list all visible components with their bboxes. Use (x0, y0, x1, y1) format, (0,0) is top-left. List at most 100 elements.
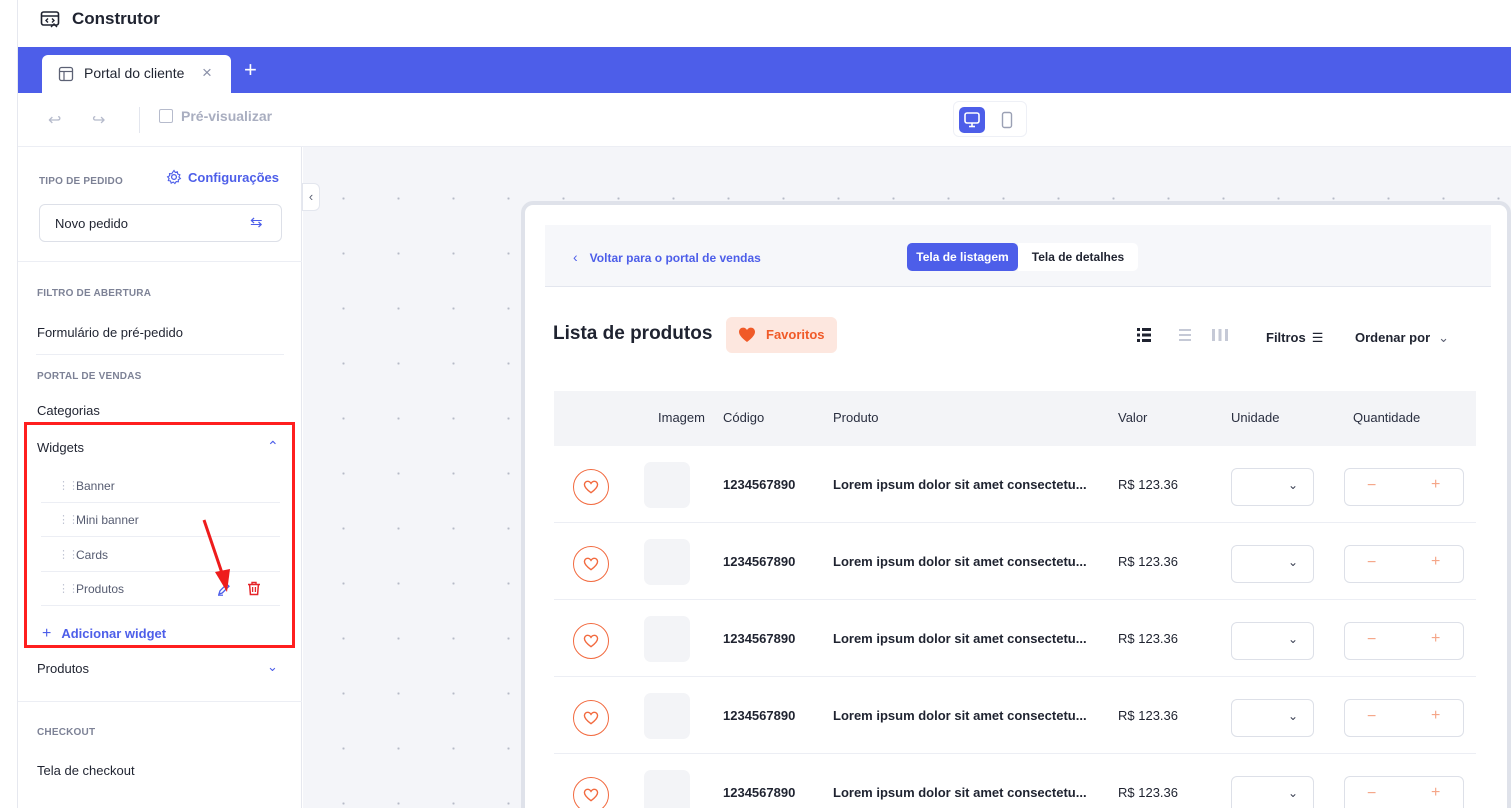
add-widget-button[interactable]: + Adicionar widget (42, 625, 166, 643)
unit-select[interactable]: ⌄ (1231, 545, 1314, 583)
divider (36, 354, 284, 355)
product-name: Lorem ipsum dolor sit amet consectetu... (833, 554, 1087, 569)
settings-link[interactable]: Configurações (166, 169, 279, 185)
list-view-icon[interactable] (1137, 327, 1151, 343)
plus-icon[interactable]: + (1431, 553, 1440, 571)
sidebar-item-produtos[interactable]: Produtos (37, 661, 89, 676)
redo-icon[interactable]: ↪ (92, 110, 105, 130)
quantity-stepper[interactable]: − + (1344, 699, 1464, 737)
monitor-icon (964, 112, 980, 128)
compact-list-icon[interactable] (1179, 327, 1191, 343)
table-row: 1234567890 Lorem ipsum dolor sit amet co… (554, 600, 1476, 677)
minus-icon[interactable]: − (1367, 477, 1376, 495)
sales-portal-label: PORTAL DE VENDAS (37, 371, 142, 382)
chevron-down-icon: ⌄ (1288, 632, 1299, 646)
product-name: Lorem ipsum dolor sit amet consectetu... (833, 477, 1087, 492)
preview-label: Pré-visualizar (181, 108, 273, 124)
plus-icon[interactable]: + (1431, 476, 1440, 494)
column-header-image: Imagem (658, 410, 705, 425)
preview-button[interactable]: Pré-visualizar (159, 108, 272, 130)
add-widget-label: Adicionar widget (61, 626, 167, 641)
toolbar-divider (139, 107, 140, 133)
drag-handle-icon[interactable]: ⋮⋮ (58, 548, 79, 561)
quantity-stepper[interactable]: − + (1344, 776, 1464, 808)
order-type-label: TIPO DE PEDIDO (39, 176, 123, 187)
favorite-toggle[interactable] (573, 469, 609, 505)
sidebar: TIPO DE PEDIDO Configurações Novo pedido… (18, 147, 302, 808)
close-icon[interactable]: × (202, 63, 212, 83)
favorite-toggle[interactable] (573, 777, 609, 808)
widget-label: Cards (76, 548, 109, 562)
sidebar-item-pre-order-form[interactable]: Formulário de pré-pedido (37, 325, 183, 340)
left-edge-strip (0, 0, 18, 808)
chevron-down-icon[interactable]: ⌄ (267, 659, 278, 675)
favorite-toggle[interactable] (573, 623, 609, 659)
sidebar-item-widgets[interactable]: Widgets (37, 440, 84, 455)
minus-icon[interactable]: − (1367, 708, 1376, 726)
plus-icon[interactable]: + (1431, 707, 1440, 725)
add-tab-button[interactable]: + (244, 57, 257, 83)
annotation-arrow (202, 519, 230, 592)
favorite-toggle[interactable] (573, 700, 609, 736)
product-code: 1234567890 (723, 631, 796, 646)
toolbar: ↩ ↪ Pré-visualizar (18, 93, 1511, 147)
favorite-toggle[interactable] (573, 546, 609, 582)
plus-icon[interactable]: + (1431, 784, 1440, 802)
external-link-icon (159, 109, 173, 123)
widget-item-cards[interactable]: ⋮⋮ Cards (41, 538, 280, 572)
quantity-stepper[interactable]: − + (1344, 622, 1464, 660)
tab-listing-screen[interactable]: Tela de listagem (907, 243, 1018, 271)
tab-details-screen[interactable]: Tela de detalhes (1018, 243, 1138, 271)
tab-portal-do-cliente[interactable]: Portal do cliente × (42, 55, 231, 93)
sort-button[interactable]: Ordenar por ⌄ (1355, 330, 1449, 346)
sidebar-item-categories[interactable]: Categorias (37, 403, 100, 418)
sidebar-item-checkout[interactable]: Tela de checkout (37, 763, 135, 778)
minus-icon[interactable]: − (1367, 785, 1376, 803)
unit-select[interactable]: ⌄ (1231, 776, 1314, 808)
order-type-select[interactable]: Novo pedido ⇆ (39, 204, 282, 242)
filters-button[interactable]: Filtros ☰ (1266, 330, 1323, 346)
unit-select[interactable]: ⌄ (1231, 699, 1314, 737)
drag-handle-icon[interactable]: ⋮⋮ (58, 479, 79, 492)
product-name: Lorem ipsum dolor sit amet consectetu... (833, 785, 1087, 800)
tab-bar: Portal do cliente × + (18, 47, 1511, 93)
minus-icon[interactable]: − (1367, 631, 1376, 649)
unit-select[interactable]: ⌄ (1231, 622, 1314, 660)
unit-select[interactable]: ⌄ (1231, 468, 1314, 506)
product-code: 1234567890 (723, 785, 796, 800)
widget-item-mini-banner[interactable]: ⋮⋮ Mini banner (41, 503, 280, 537)
product-value: R$ 123.36 (1118, 554, 1178, 569)
product-code: 1234567890 (723, 708, 796, 723)
drag-handle-icon[interactable]: ⋮⋮ (58, 513, 79, 526)
widget-item-banner[interactable]: ⋮⋮ Banner (41, 469, 280, 503)
app-title: Construtor (72, 9, 160, 28)
layout-icon (58, 66, 74, 82)
mobile-view-button[interactable] (994, 107, 1020, 133)
checkout-label: CHECKOUT (37, 727, 96, 738)
chevron-up-icon[interactable]: ⌃ (267, 438, 279, 455)
heart-outline-icon (583, 480, 599, 494)
desktop-view-button[interactable] (959, 107, 985, 133)
grid-view-icon[interactable] (1211, 327, 1229, 343)
swap-icon: ⇆ (250, 214, 263, 231)
undo-icon[interactable]: ↩ (48, 110, 61, 130)
product-value: R$ 123.36 (1118, 631, 1178, 646)
product-image-placeholder (644, 462, 690, 508)
product-name: Lorem ipsum dolor sit amet consectetu... (833, 708, 1087, 723)
chevron-down-icon: ⌄ (1288, 709, 1299, 723)
plus-icon[interactable]: + (1431, 630, 1440, 648)
minus-icon[interactable]: − (1367, 554, 1376, 572)
collapse-sidebar-button[interactable]: ‹ (302, 183, 320, 211)
quantity-stepper[interactable]: − + (1344, 468, 1464, 506)
opening-filter-label: FILTRO DE ABERTURA (37, 288, 152, 299)
widget-item-produtos[interactable]: ⋮⋮ Produtos (41, 572, 280, 606)
quantity-stepper[interactable]: − + (1344, 545, 1464, 583)
drag-handle-icon[interactable]: ⋮⋮ (58, 582, 79, 595)
chevron-down-icon: ⌄ (1288, 555, 1299, 569)
tab-label: Portal do cliente (84, 65, 185, 81)
column-header-value: Valor (1118, 410, 1148, 425)
trash-icon[interactable] (247, 581, 261, 596)
filters-label: Filtros (1266, 330, 1306, 345)
back-link[interactable]: ‹ Voltar para o portal de vendas (573, 249, 761, 265)
favorites-button[interactable]: Favoritos (726, 317, 837, 353)
